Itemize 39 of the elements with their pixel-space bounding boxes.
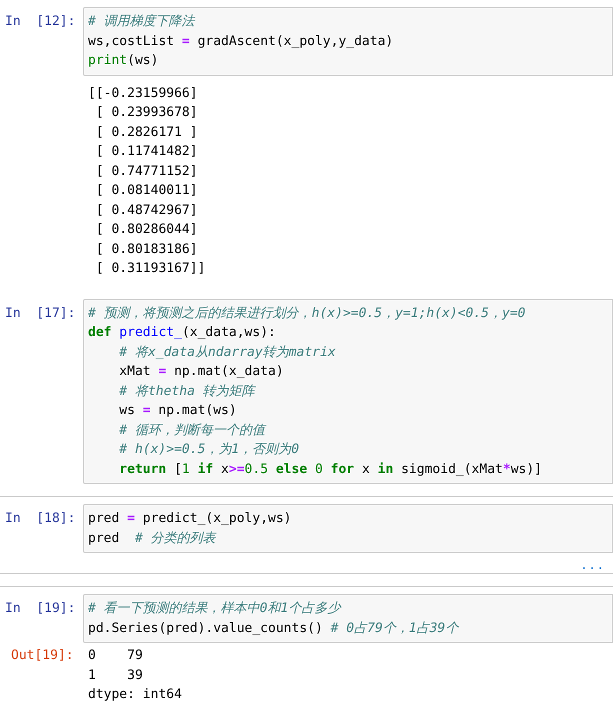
code-line: pd.Series(pred).value_counts() # 0占79个，1占39个 [88,620,460,638]
output-line: [ 0.08140011] [94,182,199,200]
code-line: pred = predict_(x_poly,ws) [88,510,293,528]
code-line: # 调用梯度下降法 [88,13,196,31]
output-line: [ 0.48742967] [94,202,199,220]
code-line: ws = np.mat(ws) [118,402,238,420]
output-line: [ 0.2826171 ] [94,124,199,142]
output-line: [ 0.11741482] [94,143,199,161]
output-line: [ 0.23993678] [94,104,199,122]
output-line: [[-0.23159966] [88,84,199,102]
output-line: dtype: int64 [88,686,182,704]
input-prompt: In [17]: [4,304,76,322]
input-prompt: In [12]: [4,13,76,31]
code-line: # 将x_data从ndarray转为matrix [118,344,337,362]
code-line: # 将thetha 转为矩阵 [118,382,257,400]
code-line: def predict_(x_data,ws): [88,324,277,342]
code-input-area[interactable]: # 看一下预测的结果，样本中0和1个占多少 pd.Series(pred).value_counts() # 0占79个，1占39个 [83,594,613,643]
code-line: ws,costList = gradAscent(x_poly,y_data) [88,32,394,50]
output-line: [ 0.80286044] [94,221,199,239]
input-prompt: In [18]: [4,510,76,528]
output-line: 1 39 [88,666,144,684]
code-line: # 看一下预测的结果，样本中0和1个占多少 [88,600,342,618]
code-line: print(ws) [88,52,160,70]
code-line: return [1 if x>=0.5 else 0 for x in sigmoid_(xMat*ws)] [118,460,543,478]
output-line: [ 0.80183186] [94,240,199,258]
output-line: 0 79 [88,647,144,665]
code-line: # 循环，判断每一个的值 [118,422,268,440]
code-line: # 预测，将预测之后的结果进行划分，h(x)>=0.5，y=1;h(x)<0.5，y=0 [88,304,526,322]
output-line: [ 0.31193167]] [94,260,206,278]
output-prompt: Out[19]: [10,647,75,665]
code-input-area[interactable]: pred = predict_(x_poly,ws) pred # 分类的列表 [83,504,613,553]
code-line: pred # 分类的列表 [88,530,218,548]
input-prompt: In [19]: [4,600,76,618]
code-line: # h(x)>=0.5，为1，否则为0 [118,441,300,459]
output-line: [ 0.74771152] [94,162,199,180]
code-line: xMat = np.mat(x_data) [118,363,285,381]
code-input-area[interactable] [83,298,613,484]
code-input-area[interactable]: # 调用梯度下降法 ws,costList = gradAscent(x_poly,y_data) print(ws) [83,7,613,76]
collapsed-output-button[interactable]: ... [580,559,605,571]
